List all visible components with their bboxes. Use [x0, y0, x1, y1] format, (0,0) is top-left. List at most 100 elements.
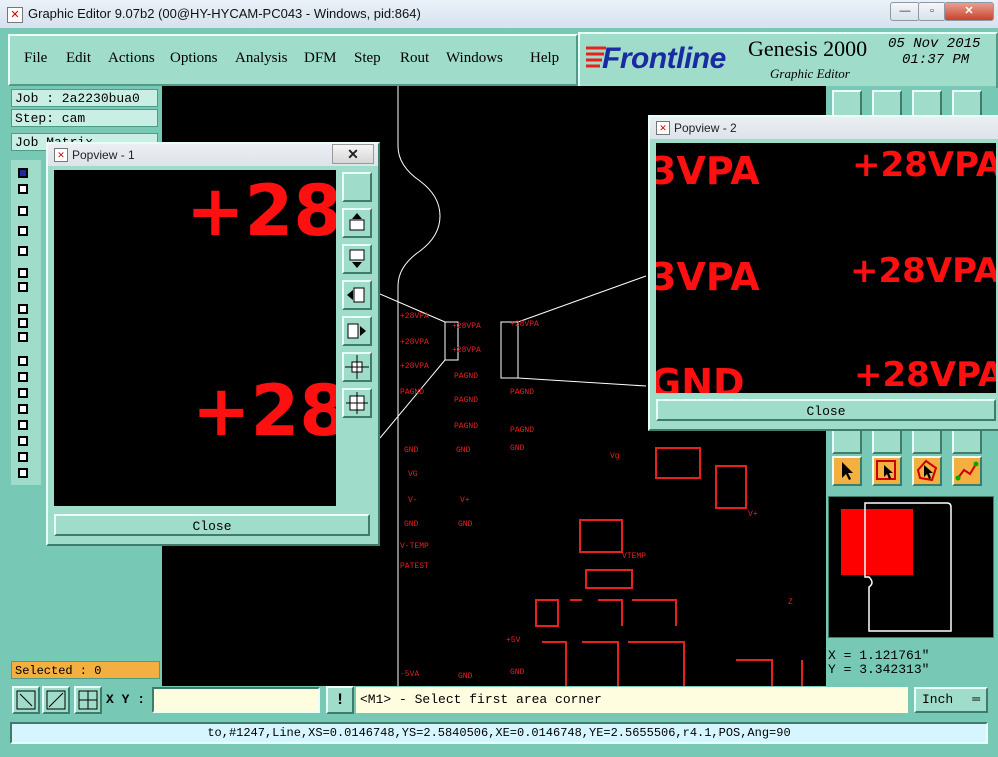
units-dropdown[interactable]: Inch ═ [914, 687, 988, 713]
zoom-label: +28 [192, 370, 336, 452]
feature-label: Vg [610, 452, 620, 461]
feature-label: GND [404, 446, 419, 455]
minimize-button[interactable]: — [890, 2, 920, 21]
layer-checkbox[interactable] [18, 372, 28, 382]
pan-right-button[interactable] [342, 316, 372, 346]
popview-1-close-button[interactable]: Close [54, 514, 370, 536]
layer-checkbox[interactable] [18, 436, 28, 446]
feature-label: GND [458, 520, 473, 529]
popview-2-titlebar: ✕ Popview - 2 [650, 117, 998, 139]
layer-checkbox[interactable] [18, 318, 28, 328]
feature-label: GND [456, 446, 471, 455]
feature-label: GND [458, 672, 473, 681]
zoom-in-button[interactable] [342, 352, 372, 382]
date-display: 05 Nov 2015 [888, 36, 981, 52]
select-arrow-button[interactable] [832, 456, 862, 486]
pan-down-button[interactable] [342, 244, 372, 274]
feature-label: V+ [748, 510, 758, 519]
maximize-button[interactable]: ▫ [918, 2, 946, 21]
select-box-button[interactable] [872, 456, 902, 486]
feature-label: -5VA [400, 670, 420, 679]
feature-label: Z [788, 598, 793, 607]
grid-icon [78, 690, 98, 710]
popview-1-close-x[interactable]: ✕ [332, 144, 374, 164]
menu-actions[interactable]: Actions [108, 50, 155, 67]
select-net-button[interactable] [952, 456, 982, 486]
pan-right-icon [347, 323, 366, 339]
zoom-label: +28VPA [854, 355, 996, 393]
layer-checkbox[interactable] [18, 226, 28, 236]
menu-file[interactable]: File [24, 50, 47, 67]
popview-icon: ✕ [54, 148, 68, 162]
feature-label: V-TEMP [400, 542, 429, 551]
menu-edit[interactable]: Edit [66, 50, 91, 67]
menu-analysis[interactable]: Analysis [235, 50, 288, 67]
zoom-label: GND [656, 361, 745, 393]
layer-checkbox[interactable] [18, 468, 28, 478]
app-icon: ✕ [7, 7, 23, 23]
zoom-label: +28VPA [852, 145, 996, 185]
overview-board [841, 502, 952, 632]
feature-label: +28VPA [452, 346, 481, 355]
layer-checkbox[interactable] [18, 206, 28, 216]
layer-checkbox[interactable] [18, 388, 28, 398]
layer-checkbox[interactable] [18, 282, 28, 292]
menu-help[interactable]: Help [530, 50, 559, 67]
select-poly-icon [916, 459, 938, 482]
brand-area: Frontline Genesis 2000 Graphic Editor 05… [578, 32, 998, 88]
popview-1-titlebar: ✕ Popview - 1 ✕ [48, 144, 378, 166]
xy-input[interactable] [152, 687, 320, 713]
layer-checkbox[interactable] [18, 304, 28, 314]
layer-checkbox[interactable] [18, 356, 28, 366]
x-coordinate: X = 1.121761" [828, 648, 930, 663]
close-window-button[interactable]: ✕ [944, 2, 994, 21]
layer-checkbox[interactable] [18, 452, 28, 462]
units-value: Inch [922, 692, 954, 707]
zoom-in-icon [345, 355, 369, 379]
menu-options[interactable]: Options [170, 50, 218, 67]
feature-label: GND [404, 520, 419, 529]
pan-left-button[interactable] [342, 280, 372, 310]
step-label: Step: cam [11, 109, 158, 127]
dropdown-icon: ═ [972, 692, 980, 707]
popview-1-view[interactable]: +28 +28 [54, 170, 336, 506]
popview-2-view[interactable]: 3VPA +28VPA 3VPA +28VPA GND +28VPA [656, 143, 996, 393]
layer-checkbox[interactable] [18, 184, 28, 194]
zoom-out-button[interactable] [342, 388, 372, 418]
layer-checkbox[interactable] [18, 168, 28, 178]
net-path-icon [955, 461, 979, 481]
menu-rout[interactable]: Rout [400, 50, 429, 67]
grid-button[interactable] [74, 686, 102, 714]
pan-up-button[interactable] [342, 208, 372, 238]
title-bar: ✕ Graphic Editor 9.07b2 (00@HY-HYCAM-PC0… [0, 0, 998, 29]
layer-checkbox[interactable] [18, 268, 28, 278]
feature-label: PAGND [510, 426, 535, 435]
zoom-label: +28 [186, 170, 336, 252]
layer-checkbox[interactable] [18, 246, 28, 256]
pan-down-icon [349, 249, 365, 268]
feature-label: PAGND [454, 372, 479, 381]
zoom-label: 3VPA [656, 149, 760, 193]
feature-label: PAGND [510, 388, 535, 397]
frontline-logo: Frontline [602, 42, 726, 75]
menu-step[interactable]: Step [354, 50, 381, 67]
measure-button[interactable] [42, 686, 70, 714]
layer-checkbox[interactable] [18, 332, 28, 342]
popview-1-window: ✕ Popview - 1 ✕ +28 +28 Close [46, 142, 380, 546]
status-line: to,#1247,Line,XS=0.0146748,YS=2.5840506,… [10, 722, 988, 744]
pan-up-icon [349, 213, 365, 231]
zoom-fit-button[interactable] [342, 172, 372, 202]
menu-dfm[interactable]: DFM [304, 50, 337, 67]
zoom-label: 3VPA [656, 255, 760, 299]
popview-2-close-button[interactable]: Close [656, 399, 996, 421]
feature-label: +28VPA [400, 362, 429, 371]
menu-windows[interactable]: Windows [446, 50, 503, 67]
overview-map[interactable] [828, 496, 994, 638]
feature-label: +28VPA [452, 322, 481, 331]
zoom-area-button[interactable] [12, 686, 40, 714]
select-poly-button[interactable] [912, 456, 942, 486]
layer-checkbox[interactable] [18, 420, 28, 430]
warning-button[interactable]: ! [326, 686, 354, 714]
layer-checkbox[interactable] [18, 404, 28, 414]
product-name: Genesis 2000 [748, 36, 868, 61]
